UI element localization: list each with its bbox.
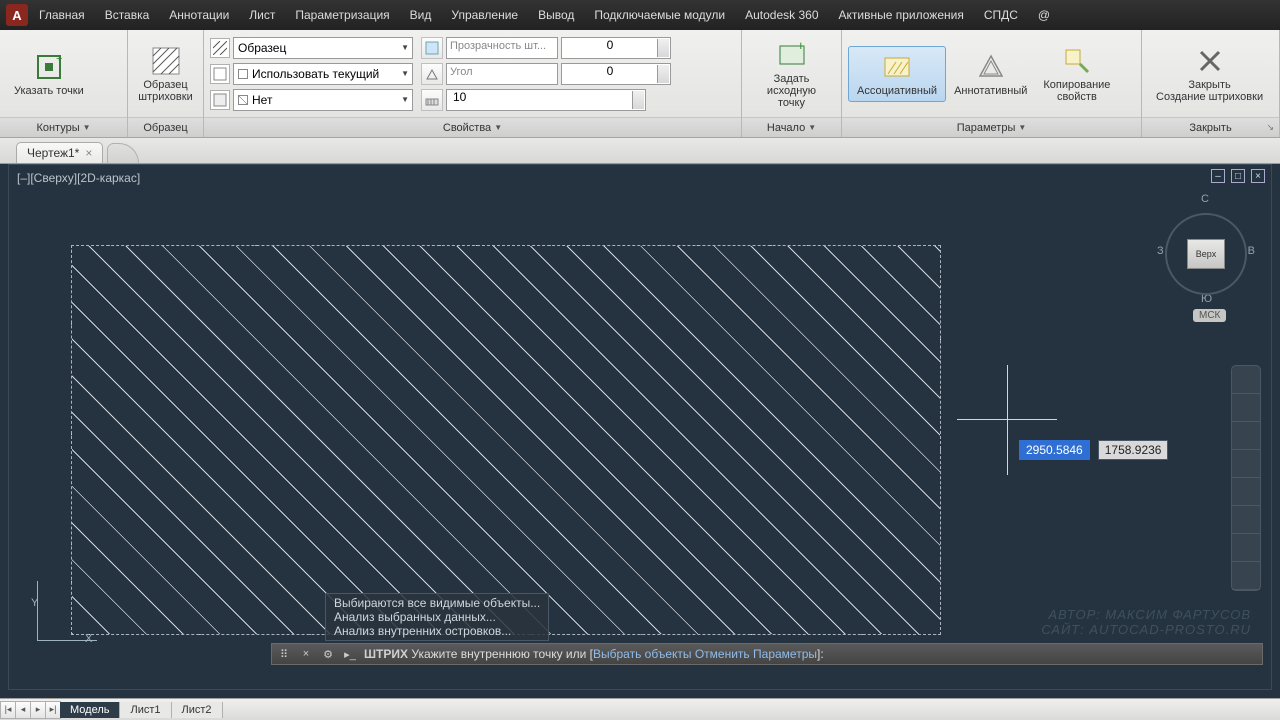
scale-icon[interactable] — [421, 89, 443, 111]
nav-extra1-icon[interactable] — [1232, 506, 1260, 534]
close-icon — [1194, 45, 1226, 77]
hatch-type-icon — [210, 38, 230, 58]
menu-spds[interactable]: СПДС — [975, 4, 1027, 26]
viewport-minimize-icon[interactable]: – — [1211, 169, 1225, 183]
angle-label: Угол — [446, 63, 558, 85]
nav-wheel-icon[interactable] — [1232, 366, 1260, 394]
nav-extra3-icon[interactable] — [1232, 562, 1260, 590]
coord-y-input[interactable]: 1758.9236 — [1098, 440, 1169, 460]
nav-showmotion-icon[interactable] — [1232, 478, 1260, 506]
menu-apps[interactable]: Активные приложения — [830, 4, 973, 26]
viewport-label[interactable]: [–][Сверху][2D-каркас] — [17, 171, 140, 185]
hatch-color-combo[interactable]: Использовать текущий▼ — [233, 63, 413, 85]
nav-extra2-icon[interactable] — [1232, 534, 1260, 562]
associative-icon — [881, 51, 913, 83]
cmd-prompt-icon: ▸_ — [342, 646, 358, 662]
annotative-icon — [975, 51, 1007, 83]
panel-title-contours[interactable]: Контуры▼ — [0, 117, 127, 137]
sheet-nav-last-icon[interactable]: ▸| — [45, 701, 61, 719]
angle-icon[interactable] — [421, 63, 443, 85]
nav-orbit-icon[interactable] — [1232, 450, 1260, 478]
menu-a360[interactable]: Autodesk 360 — [736, 4, 827, 26]
associative-button[interactable]: Ассоциативный — [848, 46, 946, 102]
hatched-rectangle — [71, 245, 941, 635]
tab-sheet1[interactable]: Лист1 — [120, 702, 171, 718]
wcs-button[interactable]: МСК — [1193, 309, 1226, 322]
menu-plugins[interactable]: Подключаемые модули — [585, 4, 734, 26]
nav-pan-icon[interactable] — [1232, 394, 1260, 422]
sheet-nav-next-icon[interactable]: ▸ — [30, 701, 46, 719]
use-current-icon — [210, 64, 230, 84]
panel-title-properties[interactable]: Свойства▼ — [204, 117, 741, 137]
panel-title-origin[interactable]: Начало▼ — [742, 117, 841, 137]
layout-tabs: |◂ ◂ ▸ ▸| Модель Лист1 Лист2 — [0, 698, 1280, 720]
hatch-pattern-icon — [150, 45, 182, 77]
drawing-canvas[interactable]: [–][Сверху][2D-каркас] – □ × 2950.5846 1… — [8, 164, 1272, 690]
bg-color-icon — [210, 90, 230, 110]
pick-points-button[interactable]: + Указать точки — [6, 47, 92, 101]
doc-tab-active[interactable]: Чертеж1* × — [16, 142, 103, 163]
menubar: A Главная Вставка Аннотации Лист Парамет… — [0, 0, 1280, 30]
ribbon: + Указать точки Контуры▼ Образец штрихов… — [0, 30, 1280, 138]
menu-sheet[interactable]: Лист — [240, 4, 284, 26]
svg-text:+: + — [797, 40, 805, 53]
transparency-label: Прозрачность шт... — [446, 37, 558, 59]
scale-input[interactable]: 10 — [446, 89, 646, 111]
bg-color-combo[interactable]: Нет▼ — [233, 89, 413, 111]
cmd-close-icon[interactable]: × — [298, 646, 314, 662]
transparency-icon[interactable] — [421, 37, 443, 59]
svg-text:+: + — [56, 53, 62, 65]
viewport-close-icon[interactable]: × — [1251, 169, 1265, 183]
new-tab-button[interactable] — [107, 143, 139, 163]
dynamic-input: 2950.5846 1758.9236 — [1019, 440, 1168, 460]
viewcube[interactable]: С З В Ю Верх МСК — [1163, 189, 1249, 319]
panel-title-pattern: Образец — [128, 117, 203, 137]
menu-view[interactable]: Вид — [401, 4, 441, 26]
tab-sheet2[interactable]: Лист2 — [172, 702, 223, 718]
app-logo-icon: A — [6, 4, 28, 26]
hatch-pattern-button[interactable]: Образец штриховки — [134, 41, 197, 107]
sheet-nav: |◂ ◂ ▸ ▸| — [0, 701, 60, 719]
panel-title-options[interactable]: Параметры▼↘ — [842, 117, 1141, 137]
cmd-handle-icon[interactable]: ⠿ — [276, 646, 292, 662]
angle-input[interactable]: 0 — [561, 63, 671, 85]
transparency-input[interactable]: 0 — [561, 37, 671, 59]
pick-points-icon: + — [33, 51, 65, 83]
panel-title-close: Закрыть — [1142, 117, 1279, 137]
watermark: АВТОР: МАКСИМ ФАРТУСОВ САЙТ: AUTOCAD-PRO… — [1041, 607, 1251, 637]
annotative-button[interactable]: Аннотативный — [946, 47, 1035, 101]
sheet-nav-first-icon[interactable]: |◂ — [0, 701, 16, 719]
navigation-bar[interactable] — [1231, 365, 1261, 591]
command-line[interactable]: ⠿ × ⚙ ▸_ ШТРИХ Укажите внутреннюю точку … — [271, 643, 1263, 665]
match-properties-icon — [1061, 45, 1093, 77]
menu-parametric[interactable]: Параметризация — [286, 4, 398, 26]
cmd-options-icon[interactable]: ⚙ — [320, 646, 336, 662]
viewport-maximize-icon[interactable]: □ — [1231, 169, 1245, 183]
match-properties-button[interactable]: Копирование свойств — [1035, 41, 1118, 107]
menu-main[interactable]: Главная — [30, 4, 94, 26]
menu-annotate[interactable]: Аннотации — [160, 4, 238, 26]
menu-insert[interactable]: Вставка — [96, 4, 159, 26]
nav-zoom-icon[interactable] — [1232, 422, 1260, 450]
pattern-name-combo[interactable]: Образец▼ — [233, 37, 413, 59]
document-tabs: Чертеж1* × — [0, 138, 1280, 164]
set-origin-button[interactable]: + Задать исходную точку — [748, 35, 835, 113]
menu-output[interactable]: Вывод — [529, 4, 583, 26]
coord-x-input[interactable]: 2950.5846 — [1019, 440, 1090, 460]
command-input[interactable]: ШТРИХ Укажите внутреннюю точку или [Выбр… — [364, 647, 824, 661]
sheet-nav-prev-icon[interactable]: ◂ — [15, 701, 31, 719]
viewcube-face[interactable]: Верх — [1187, 239, 1225, 269]
set-origin-icon: + — [776, 39, 808, 71]
doc-tab-close-icon[interactable]: × — [85, 146, 92, 160]
close-hatch-button[interactable]: Закрыть Создание штриховки — [1148, 41, 1271, 107]
menu-manage[interactable]: Управление — [442, 4, 527, 26]
menu-search[interactable]: @ — [1029, 4, 1059, 26]
tab-model[interactable]: Модель — [60, 702, 120, 718]
command-history: Выбираются все видимые объекты... Анализ… — [325, 593, 549, 641]
